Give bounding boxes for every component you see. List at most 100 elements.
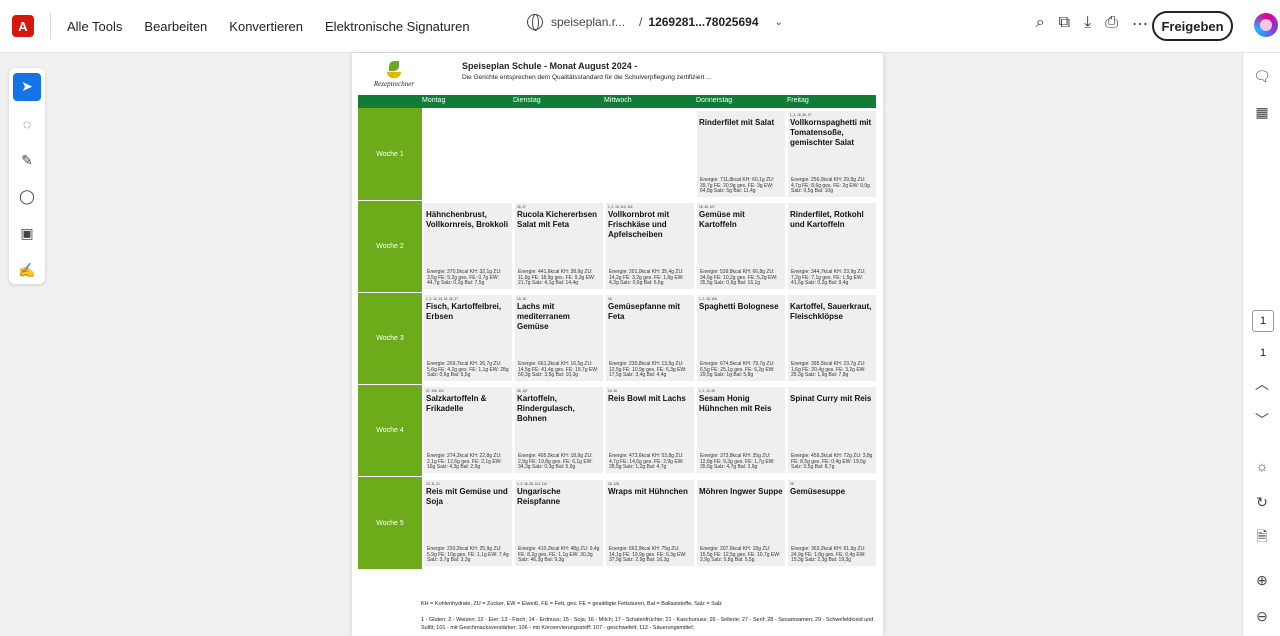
menu-cell: 13, 16 Lachs mit mediterranem Gemüse Energ… <box>515 295 603 381</box>
day-thursday: Donnerstag <box>696 97 733 104</box>
divider <box>50 12 51 40</box>
menu-cell: 26 Gemüsesuppe Energie: 363,2kcal KH: 61,9… <box>788 480 876 566</box>
week-2-label: Woche 2 <box>358 201 422 293</box>
dish-name: Fisch, Kartoffelbrei, Erbsen <box>426 302 502 321</box>
menu-cell: 13, 26 Reis Bowl mit Lachs Energie: 473,6k… <box>606 387 694 473</box>
left-toolbar: ➤ ◌ ✎ ◯ ▣ ✍ <box>9 68 45 284</box>
menu-cell: Rinderfilet, Rotkohl und Kartoffeln Energ… <box>788 203 876 289</box>
nutrition-info: Energie: 201,0kcal KH: 35,4g ZU: 14,2g F… <box>609 269 684 287</box>
leaf-icon <box>389 61 399 71</box>
menu-all-tools[interactable]: Alle Tools <box>67 19 122 34</box>
comments-panel-icon[interactable]: 🗨 <box>1251 65 1273 87</box>
menu-cell: 1, 2, 16, 106 Spaghetti Bolognese Energie:… <box>697 295 785 381</box>
dish-name: Rucola Kichererbsen Salat mit Feta <box>517 210 598 229</box>
menu-edit[interactable]: Bearbeiten <box>144 19 207 34</box>
menu-cell: 1, 2, 16, 26, 27 Vollkornspaghetti mit To… <box>788 111 876 197</box>
dish-name: Hähnchenbrust, Vollkornreis, Brokkoli <box>426 210 509 229</box>
rotate-icon[interactable]: ↻ <box>1251 491 1273 513</box>
nutrition-info: Energie: 230,2kcal KH: 25,9g ZU: 5,9g FE… <box>427 546 509 564</box>
page-export-icon[interactable]: 🗎 <box>1251 527 1273 549</box>
main-menu: Alle Tools Bearbeiten Konvertieren Elekt… <box>67 19 470 34</box>
nutrition-info: Energie: 207,6kcal KH: 18g ZU: 15,5g FE:… <box>700 546 781 564</box>
menu-cell: Möhren Ingwer Suppe Energie: 207,6kcal KH… <box>697 480 785 566</box>
day-monday: Montag <box>422 97 446 104</box>
nutrition-info: Energie: 344,7kcal KH: 23,9g ZU: 7,2g FE… <box>791 269 866 287</box>
zoom-out-icon[interactable]: ⊖ <box>1251 605 1273 627</box>
nutrition-info: Energie: 473,6kcal KH: 53,8g ZU: 4,7g FE… <box>609 453 684 471</box>
acrobat-logo-icon[interactable]: A <box>12 15 34 37</box>
menu-cell: 16 Gemüsepfanne mit Feta Energie: 230,8kca… <box>606 295 694 381</box>
dish-name: Vollkornspaghetti mit Tomatensoße, gemis… <box>790 118 872 147</box>
sign-icon[interactable]: ✍ <box>13 256 41 284</box>
brightness-icon[interactable]: ☼ <box>1251 455 1273 477</box>
page-subtitle: Die Gerichte entsprechen dem Qualitätsst… <box>462 74 712 81</box>
menu-convert[interactable]: Konvertieren <box>229 19 303 34</box>
allergen-legend: 1 - Gluten; 2 - Weizen; 12 - Eier; 13 - … <box>421 617 874 631</box>
dish-name: Gemüsesuppe <box>790 487 846 496</box>
highlight-pen-icon[interactable]: ✎ <box>13 146 41 174</box>
pages-icon[interactable]: ⧉ <box>1059 14 1070 34</box>
dish-name: Sesam Honig Hühnchen mit Reis <box>699 394 772 413</box>
menu-cell: 13, 11, 21 Reis mit Gemüse und Soja Energi… <box>424 480 512 566</box>
text-select-icon[interactable]: ▣ <box>13 220 41 248</box>
menu-e-signatures[interactable]: Elektronische Signaturen <box>325 19 470 34</box>
brand-logo: Rezeptrechner <box>372 61 416 88</box>
page-title: Speiseplan Schule - Monat August 2024 - <box>462 61 638 71</box>
nutrition-info: Energie: 405,5kcal KH: 18,9g ZU: 2,9g FE… <box>518 453 593 471</box>
doc-id: 1269281...78025694 <box>648 15 759 29</box>
document-title[interactable]: speiseplan.r... / 1269281...78025694 ⌄ <box>527 14 783 31</box>
bowl-icon <box>387 72 401 78</box>
dish-name: Spinat Curry mit Reis <box>790 394 872 403</box>
dish-name: Vollkornbrot mit Frischkäse und Apfelsch… <box>608 210 670 239</box>
nutrition-info: Energie: 370,5kcal KH: 32,1g ZU: 3,5g FE… <box>427 269 502 287</box>
page-number-input[interactable]: 1 <box>1252 310 1274 332</box>
comment-icon[interactable]: ◌ <box>13 110 41 138</box>
chevron-down-icon[interactable]: ﹀ <box>1251 409 1273 431</box>
nutrition-info: Energie: 441,6kcal KH: 38,9g ZU: 11,6g F… <box>518 269 596 287</box>
nutrition-info: Energie: 410,2kcal KH: 48g ZU: 9,4g FE: … <box>518 546 600 564</box>
menu-cell: Rinderfilet mit Salat Energie: 711,8kcal … <box>697 111 785 197</box>
menu-cell: 27, 106, 112 Salzkartoffeln & Frikadelle E… <box>424 387 512 473</box>
right-sidebar: 🗨 ▦ 1 1 ︿ ﹀ ☼ ↻ 🗎 ⊕ ⊖ <box>1242 53 1280 636</box>
week-4-label: Woche 4 <box>358 385 422 477</box>
avatar[interactable] <box>1254 13 1278 37</box>
dish-name: Kartoffel, Sauerkraut, Fleischklöpse <box>790 302 872 321</box>
download-icon[interactable]: ⤓ <box>1084 14 1091 34</box>
thumbnails-icon[interactable]: ▦ <box>1251 101 1273 123</box>
lasso-icon[interactable]: ◯ <box>13 183 41 211</box>
nutrition-info: Energie: 674,5kcal KH: 79,7g ZU: 6,5g FE… <box>700 361 775 379</box>
dish-name: Wraps mit Hühnchen <box>608 487 688 496</box>
chevron-down-icon[interactable]: ⌄ <box>775 17 783 28</box>
dish-name: Gemüsepfanne mit Feta <box>608 302 681 321</box>
more-icon[interactable]: ⋯ <box>1132 14 1148 34</box>
menu-cell: Hähnchenbrust, Vollkornreis, Brokkoli Ene… <box>424 203 512 289</box>
nutrition-info: Energie: 363,2kcal KH: 61,9g ZU: 24,9g F… <box>791 546 866 564</box>
nutrition-info: Energie: 539,8kcal KH: 66,8g ZU: 34,6g F… <box>700 269 778 287</box>
dish-name: Rinderfilet mit Salat <box>699 118 775 127</box>
dish-name: Rinderfilet, Rotkohl und Kartoffeln <box>790 210 864 229</box>
nutrition-info: Energie: 459,3kcal KH: 72g ZU: 3,8g FE: … <box>791 453 873 471</box>
nutrition-info: Energie: 230,8kcal KH: 13,5g ZU: 12,5g F… <box>609 361 687 379</box>
chevron-up-icon[interactable]: ︿ <box>1251 373 1273 395</box>
week-3-label: Woche 3 <box>358 293 422 385</box>
doc-separator: / <box>639 15 643 29</box>
page-total: 1 <box>1259 347 1267 359</box>
share-button[interactable]: Freigeben <box>1152 11 1233 41</box>
zoom-in-icon[interactable]: ⊕ <box>1251 569 1273 591</box>
dish-name: Spaghetti Bolognese <box>699 302 779 311</box>
menu-cell: 26, 107 Kartoffeln, Rindergulasch, Bohnen… <box>515 387 603 473</box>
nutrition-legend: KH = Kohlenhydrate, ZU = Zucker, EW = Ei… <box>421 601 722 607</box>
pdf-page: Rezeptrechner Speiseplan Schule - Monat … <box>352 53 883 636</box>
menu-cell: 16, 27 Rucola Kichererbsen Salat mit Feta… <box>515 203 603 289</box>
dish-name: Lachs mit mediterranem Gemüse <box>517 302 570 331</box>
brand-name: Rezeptrechner <box>373 80 415 88</box>
nutrition-info: Energie: 661,2kcal KH: 16,5g ZU: 14,5g F… <box>518 361 599 379</box>
menu-cell: 1, 2, 16, 26, 101, 114 Ungarische Reispfa… <box>515 480 603 566</box>
print-icon[interactable]: ⎙ <box>1105 14 1118 34</box>
select-cursor-icon[interactable]: ➤ <box>13 73 41 101</box>
menu-cell: 1, 2, 16, 112, 116 Vollkornbrot mit Frisc… <box>606 203 694 289</box>
search-icon[interactable]: ⌕ <box>1036 14 1045 34</box>
menu-cell: 1, 2, 12, 13, 16, 26, 27 Fisch, Kartoffel… <box>424 295 512 381</box>
menu-cell: Spinat Curry mit Reis Energie: 459,3kcal … <box>788 387 876 473</box>
globe-icon <box>527 14 543 31</box>
